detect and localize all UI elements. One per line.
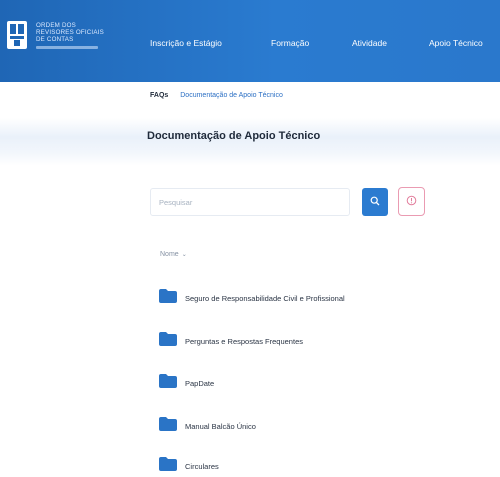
folder-label: Circulares: [185, 462, 219, 471]
breadcrumb-item-current: Documentação de Apoio Técnico: [180, 92, 283, 99]
folder-label: Perguntas e Respostas Frequentes: [185, 337, 303, 346]
list-item[interactable]: Perguntas e Respostas Frequentes: [158, 331, 303, 352]
list-item[interactable]: Seguro de Responsabilidade Civil e Profi…: [158, 288, 345, 309]
title-band: [0, 118, 500, 166]
search-button[interactable]: [362, 188, 388, 216]
search-icon: [370, 193, 380, 211]
folder-icon: [158, 288, 178, 309]
brand-line: ORDEM DOS: [36, 22, 76, 29]
sort-label: Nome: [160, 251, 179, 258]
nav-item-apoio-tecnico[interactable]: Apoio Técnico: [429, 38, 483, 48]
chevron-down-icon: ⌄: [181, 252, 187, 258]
main-nav: Inscrição e Estágio Formação Atividade A…: [0, 38, 500, 54]
breadcrumb-item-faqs[interactable]: FAQs: [150, 92, 168, 99]
folder-icon: [158, 331, 178, 352]
list-item[interactable]: PapDate: [158, 373, 214, 394]
breadcrumb: FAQs Documentação de Apoio Técnico: [150, 92, 283, 99]
folder-icon: [158, 416, 178, 437]
clear-search-button[interactable]: [398, 187, 425, 216]
folder-label: Seguro de Responsabilidade Civil e Profi…: [185, 294, 345, 303]
list-item[interactable]: Manual Balcão Único: [158, 416, 256, 437]
nav-item-inscricao[interactable]: Inscrição e Estágio: [150, 38, 222, 48]
search-box: [150, 188, 350, 216]
clear-icon: [406, 193, 417, 211]
nav-item-formacao[interactable]: Formação: [271, 38, 309, 48]
folder-label: Manual Balcão Único: [185, 422, 256, 431]
top-navigation-bar: ORDEM DOS REVISORES OFICIAIS DE CONTAS I…: [0, 0, 500, 82]
sort-dropdown[interactable]: Nome ⌄: [160, 251, 187, 258]
search-input[interactable]: [151, 189, 347, 215]
list-item[interactable]: Circulares: [158, 456, 219, 477]
nav-item-atividade[interactable]: Atividade: [352, 38, 387, 48]
brand-line: REVISORES OFICIAIS: [36, 29, 104, 36]
page-title: Documentação de Apoio Técnico: [147, 130, 321, 142]
folder-icon: [158, 373, 178, 394]
folder-label: PapDate: [185, 379, 215, 388]
folder-icon: [158, 456, 178, 477]
